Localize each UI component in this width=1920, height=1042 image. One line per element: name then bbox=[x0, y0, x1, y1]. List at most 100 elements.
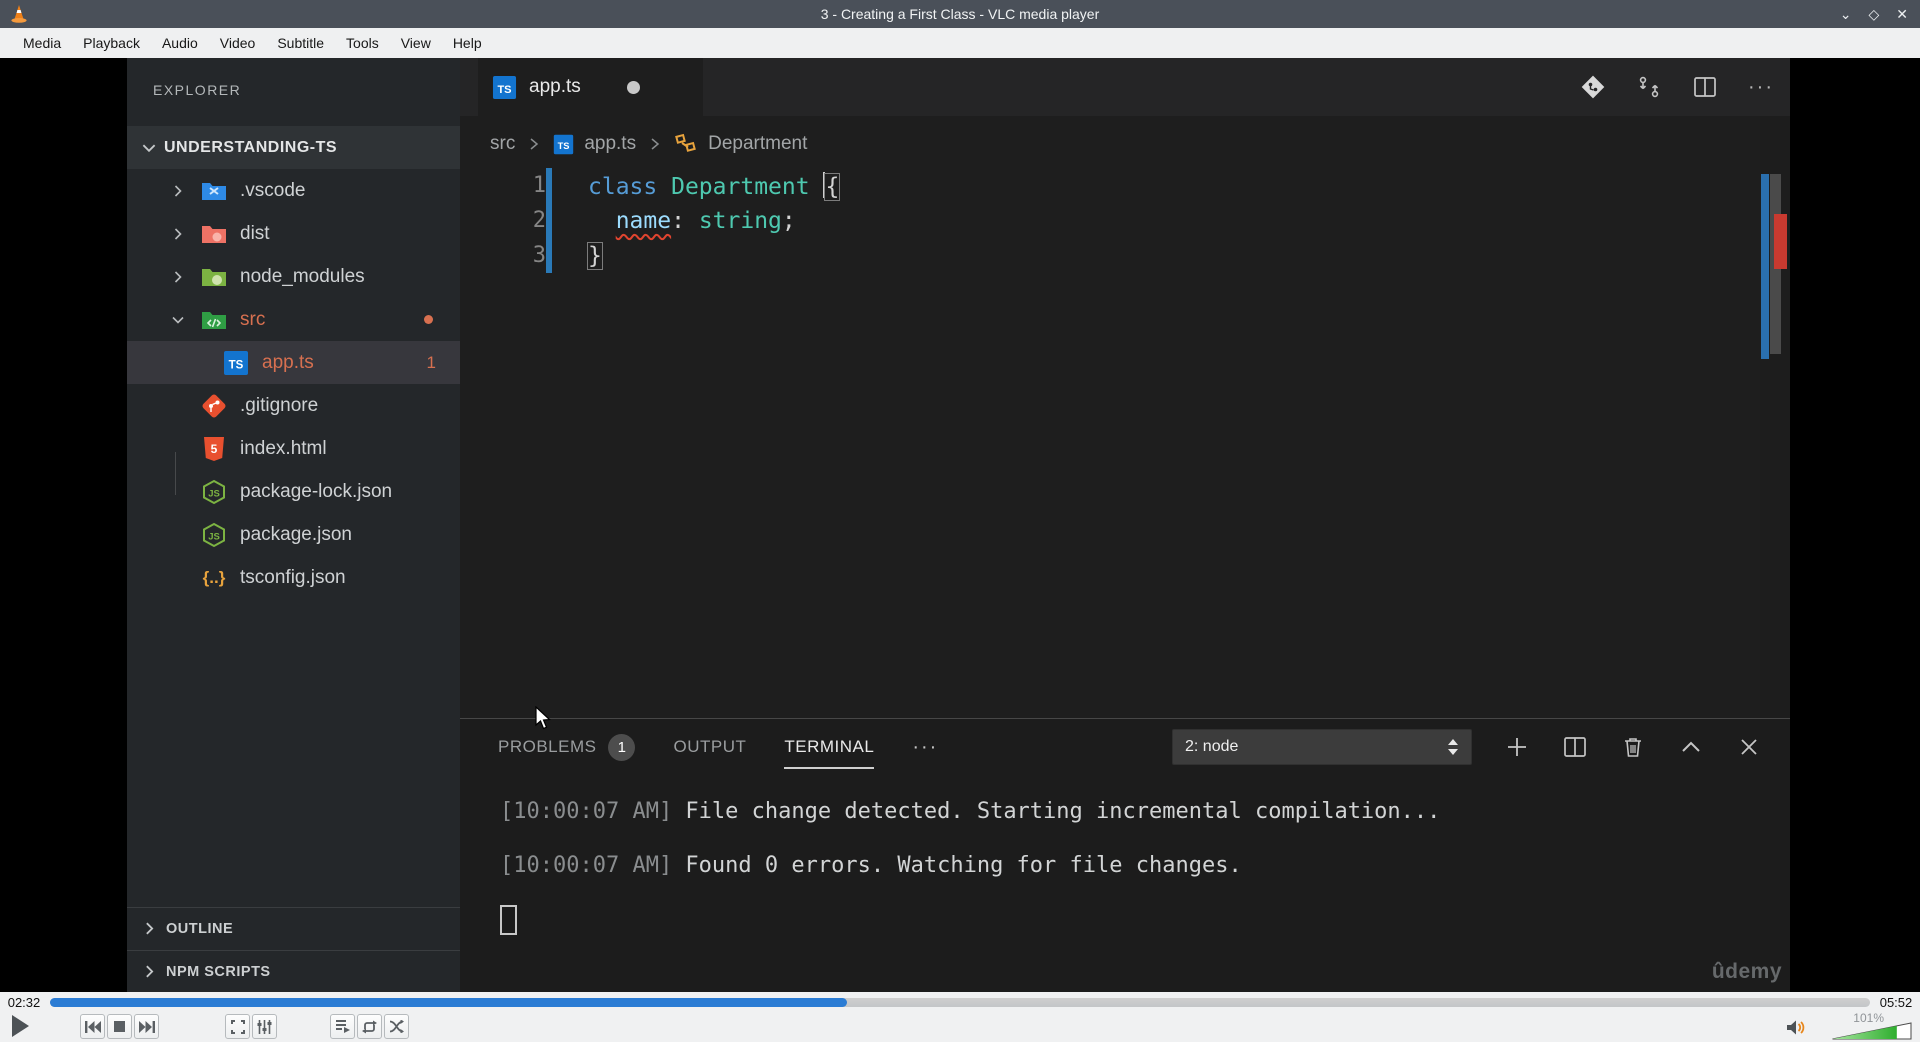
menu-subtitle[interactable]: Subtitle bbox=[266, 35, 335, 51]
code-property-error: name bbox=[615, 207, 672, 234]
split-editor-icon[interactable] bbox=[1692, 74, 1718, 100]
code-brace: { bbox=[824, 172, 841, 201]
menu-tools[interactable]: Tools bbox=[335, 35, 390, 51]
tab-terminal[interactable]: TERMINAL bbox=[784, 719, 875, 775]
vscode-window: EXPLORER UNDERSTANDING-TS .vscode dist n… bbox=[127, 58, 1790, 992]
root-folder-label: UNDERSTANDING-TS bbox=[164, 138, 338, 156]
split-terminal-icon[interactable] bbox=[1562, 734, 1588, 760]
panel-tabs: PROBLEMS 1 OUTPUT TERMINAL ··· bbox=[460, 719, 938, 775]
svg-text:JS: JS bbox=[208, 531, 220, 542]
code-keyword: class bbox=[588, 173, 658, 200]
tree-item-package-json[interactable]: JS package.json bbox=[127, 513, 460, 556]
maximize-panel-icon[interactable] bbox=[1678, 734, 1704, 760]
git-file-icon bbox=[200, 393, 228, 419]
explorer-root-folder[interactable]: UNDERSTANDING-TS bbox=[127, 126, 460, 169]
transport-controls: 101% bbox=[0, 1011, 1920, 1042]
stop-button[interactable] bbox=[107, 1014, 132, 1039]
line-number: 2 bbox=[532, 208, 546, 233]
section-outline[interactable]: OUTLINE bbox=[127, 907, 460, 949]
chevron-right-icon bbox=[170, 183, 200, 199]
extended-settings-button[interactable] bbox=[252, 1014, 277, 1039]
menu-video[interactable]: Video bbox=[209, 35, 267, 51]
menu-audio[interactable]: Audio bbox=[151, 35, 209, 51]
volume-slider[interactable] bbox=[1832, 1022, 1912, 1040]
window-title: 3 - Creating a First Class - VLC media p… bbox=[820, 6, 1100, 22]
tree-item-index-html[interactable]: 5 index.html bbox=[127, 427, 460, 470]
file-label: package-lock.json bbox=[240, 480, 393, 502]
folder-dist-icon bbox=[200, 223, 228, 245]
unsaved-dot-icon[interactable] bbox=[626, 80, 640, 94]
tab-output[interactable]: OUTPUT bbox=[673, 719, 746, 775]
section-label: OUTLINE bbox=[166, 920, 234, 937]
overview-ruler[interactable] bbox=[1760, 116, 1790, 718]
breadcrumb: src TS app.ts Department bbox=[460, 124, 807, 164]
playlist-button[interactable] bbox=[330, 1014, 355, 1039]
tree-item-src[interactable]: src bbox=[127, 298, 460, 341]
breadcrumb-folder[interactable]: src bbox=[490, 133, 515, 155]
volume-icon[interactable] bbox=[1786, 1019, 1808, 1036]
chevron-right-icon bbox=[170, 226, 200, 242]
svg-text:5: 5 bbox=[211, 442, 218, 456]
next-button[interactable] bbox=[134, 1014, 159, 1039]
chevron-down-icon bbox=[170, 312, 200, 328]
open-changes-icon[interactable] bbox=[1580, 74, 1606, 100]
tree-item-node-modules[interactable]: node_modules bbox=[127, 255, 460, 298]
menu-media[interactable]: Media bbox=[12, 35, 72, 51]
menu-help[interactable]: Help bbox=[442, 35, 493, 51]
kill-terminal-icon[interactable] bbox=[1620, 734, 1646, 760]
nodejs-file-icon: JS bbox=[200, 479, 228, 505]
tree-item-package-lock[interactable]: JS package-lock.json bbox=[127, 470, 460, 513]
menu-playback[interactable]: Playback bbox=[72, 35, 151, 51]
file-label: app.ts bbox=[262, 351, 314, 373]
editor-actions: ··· bbox=[1580, 58, 1774, 116]
class-symbol-icon bbox=[674, 133, 698, 155]
tab-label: PROBLEMS bbox=[498, 737, 597, 756]
tree-item-gitignore[interactable]: .gitignore bbox=[127, 384, 460, 427]
seek-slider[interactable] bbox=[50, 998, 1870, 1007]
panel-more-icon[interactable]: ··· bbox=[912, 719, 938, 775]
chevron-right-icon bbox=[170, 269, 200, 285]
play-button[interactable] bbox=[9, 1013, 31, 1039]
udemy-watermark: ûdemy bbox=[1711, 960, 1782, 983]
terminal-timestamp: [10:00:07 AM] bbox=[500, 799, 673, 824]
video-frame[interactable]: EXPLORER UNDERSTANDING-TS .vscode dist n… bbox=[0, 58, 1920, 992]
code-editor[interactable]: 1 class Department { 2 name: string; 3 } bbox=[460, 168, 1790, 273]
git-compare-icon[interactable] bbox=[1636, 74, 1662, 100]
previous-button[interactable] bbox=[80, 1014, 105, 1039]
typescript-file-icon: TS bbox=[492, 75, 517, 100]
fullscreen-button[interactable] bbox=[225, 1014, 250, 1039]
code-type: string bbox=[698, 207, 782, 234]
menu-view[interactable]: View bbox=[390, 35, 442, 51]
breadcrumb-file[interactable]: app.ts bbox=[584, 133, 636, 155]
terminal-select[interactable]: 2: node bbox=[1172, 729, 1472, 765]
section-npm-scripts[interactable]: NPM SCRIPTS bbox=[127, 950, 460, 992]
code-class-name: Department bbox=[671, 173, 810, 200]
breadcrumb-symbol[interactable]: Department bbox=[708, 133, 807, 155]
loop-button[interactable] bbox=[357, 1014, 382, 1039]
close-icon[interactable]: ✕ bbox=[1896, 7, 1908, 21]
new-terminal-icon[interactable] bbox=[1504, 734, 1530, 760]
typescript-file-icon: TS bbox=[222, 350, 250, 376]
file-tree: .vscode dist node_modules src TS app.ts … bbox=[127, 169, 460, 599]
typescript-file-icon: TS bbox=[553, 134, 574, 155]
file-label: dist bbox=[240, 222, 270, 244]
terminal-message: File change detected. Starting increment… bbox=[672, 799, 1441, 824]
json-braces-icon: {..} bbox=[202, 567, 226, 587]
tab-problems[interactable]: PROBLEMS 1 bbox=[498, 719, 636, 775]
file-label: package.json bbox=[240, 523, 352, 545]
tree-item-app-ts[interactable]: TS app.ts 1 bbox=[127, 341, 460, 384]
tab-app-ts[interactable]: TS app.ts bbox=[478, 58, 703, 116]
code-line-1: 1 class Department { bbox=[460, 168, 1790, 203]
explorer-header: EXPLORER bbox=[153, 82, 242, 98]
close-panel-icon[interactable] bbox=[1736, 734, 1762, 760]
more-actions-icon[interactable]: ··· bbox=[1748, 76, 1774, 99]
minimize-icon[interactable]: ⌄ bbox=[1840, 7, 1852, 21]
file-label: node_modules bbox=[240, 265, 365, 287]
shuffle-button[interactable] bbox=[384, 1014, 409, 1039]
total-time: 05:52 bbox=[1879, 995, 1913, 1010]
tree-item-dist[interactable]: dist bbox=[127, 212, 460, 255]
tree-item-tsconfig[interactable]: {..} tsconfig.json bbox=[127, 556, 460, 599]
file-label: index.html bbox=[240, 437, 327, 459]
tree-item-vscode[interactable]: .vscode bbox=[127, 169, 460, 212]
maximize-icon[interactable]: ◇ bbox=[1868, 7, 1879, 21]
